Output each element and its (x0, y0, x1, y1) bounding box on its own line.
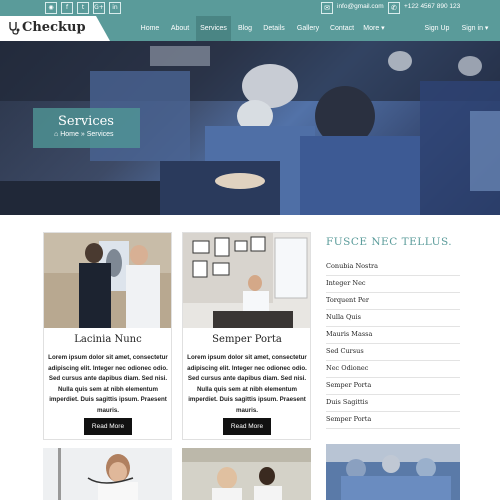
sidebar-link[interactable]: Semper Porta (326, 412, 460, 429)
phone-number: +122 4567 890 123 (404, 3, 461, 10)
read-more-button[interactable]: Read More (84, 418, 132, 435)
nav-home[interactable]: Home (136, 16, 164, 41)
sidebar-link[interactable]: Nec Odionec (326, 361, 460, 378)
card-image (43, 448, 172, 500)
nav-gallery[interactable]: Gallery (291, 16, 325, 41)
breadcrumb-home[interactable]: Home (60, 131, 79, 138)
google-plus-icon[interactable]: G+ (93, 2, 105, 14)
nav-about[interactable]: About (166, 16, 194, 41)
sidebar-link[interactable]: Mauris Massa (326, 327, 460, 344)
nav-contact[interactable]: Contact (327, 16, 357, 41)
sidebar-link[interactable]: Torquent Per (326, 293, 460, 310)
sidebar-link[interactable]: Sed Cursus (326, 344, 460, 361)
phone-icon: ✆ (388, 2, 400, 14)
facebook-icon[interactable]: f (61, 2, 73, 14)
breadcrumb: ⌂ Home » Services (54, 131, 114, 138)
breadcrumb-current: Services (86, 131, 114, 138)
sidebar-image (326, 444, 460, 500)
rss-icon[interactable]: ◉ (45, 2, 57, 14)
nav-blog[interactable]: Blog (233, 16, 257, 41)
page-title: Services (58, 114, 114, 129)
nav-services[interactable]: Services (196, 16, 231, 41)
home-icon: ⌂ (54, 131, 59, 138)
nav-details[interactable]: Details (259, 16, 289, 41)
linkedin-icon[interactable]: in (109, 2, 121, 14)
read-more-button[interactable]: Read More (223, 418, 271, 435)
card-image (183, 233, 310, 328)
twitter-icon[interactable]: t (77, 2, 89, 14)
sign-up-link[interactable]: Sign Up (420, 16, 454, 41)
breadcrumb-separator: » (80, 131, 85, 138)
sidebar-link[interactable]: Integer Nec (326, 276, 460, 293)
card-image (44, 233, 171, 328)
logo-text[interactable]: Checkup (22, 20, 86, 35)
sidebar-link[interactable]: Nulla Quis (326, 310, 460, 327)
nav-more-dropdown[interactable]: More ▾ (360, 16, 388, 41)
card-image (182, 448, 311, 500)
card-text: Lorem ipsum dolor sit amet, consectetur … (187, 354, 307, 414)
sidebar-link[interactable]: Duis Sagittis (326, 395, 460, 412)
sign-in-dropdown[interactable]: Sign in ▾ (458, 16, 492, 41)
card-text: Lorem ipsum dolor sit amet, consectetur … (48, 354, 168, 414)
card-title: Semper Porta (212, 334, 282, 345)
sidebar-link[interactable]: Semper Porta (326, 378, 460, 395)
card-title: Lacinia Nunc (74, 334, 142, 345)
envelope-icon: ✉ (321, 2, 333, 14)
email-link[interactable]: info@gmail.com (337, 3, 384, 10)
sidebar-title: FUSCE NEC TELLUS. (326, 236, 453, 248)
sidebar-link[interactable]: Conubia Nostra (326, 259, 460, 276)
stethoscope-icon (9, 22, 20, 35)
